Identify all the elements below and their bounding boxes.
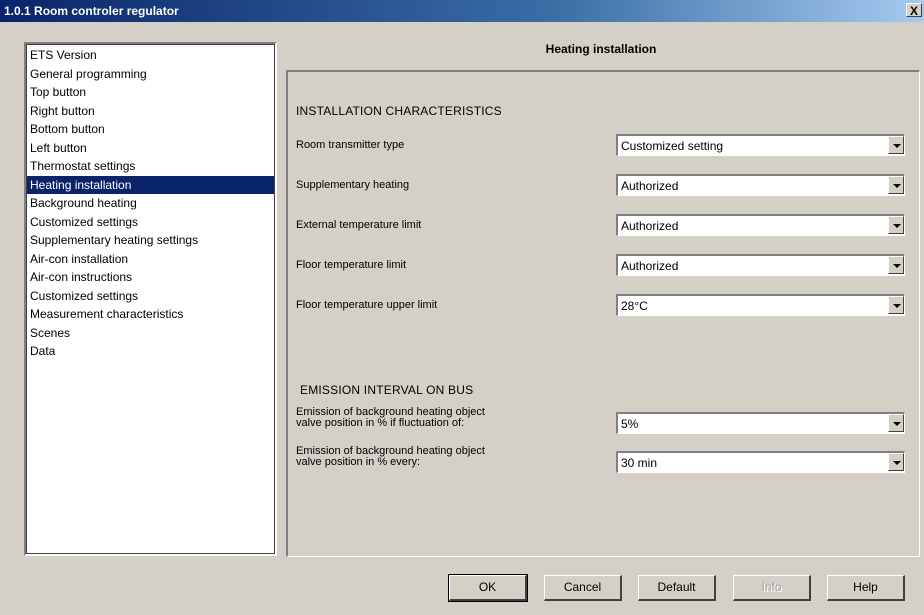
panel-title: Heating installation xyxy=(545,42,657,56)
nav-item-bottom-button[interactable]: Bottom button xyxy=(26,120,275,139)
chevron-down-icon[interactable] xyxy=(888,136,904,154)
room-transmitter-type-label: Room transmitter type xyxy=(296,139,405,151)
supplementary-heating-value: Authorized xyxy=(621,179,679,193)
floor-temperature-upper-limit-select[interactable]: 28°C xyxy=(616,294,905,316)
settings-panel: INSTALLATION CHARACTERISTICS Room transm… xyxy=(286,70,920,557)
emission-fluctuation-label-line2: valve position in % if fluctuation of: xyxy=(296,417,465,429)
nav-item-air-con-installation[interactable]: Air-con installation xyxy=(26,250,275,269)
default-button[interactable]: Default xyxy=(638,575,716,601)
window-title: 1.0.1 Room controler regulator xyxy=(4,4,179,18)
window-titlebar: 1.0.1 Room controler regulator X xyxy=(0,0,924,22)
chevron-down-icon[interactable] xyxy=(888,296,904,314)
nav-item-measurement-characteristics[interactable]: Measurement characteristics xyxy=(26,305,275,324)
room-transmitter-type-value: Customized setting xyxy=(621,139,724,153)
chevron-down-icon[interactable] xyxy=(888,414,904,432)
floor-temperature-limit-label: Floor temperature limit xyxy=(296,259,407,271)
cancel-button[interactable]: Cancel xyxy=(544,575,622,601)
emission-fluctuation-value: 5% xyxy=(621,417,639,431)
chevron-down-icon[interactable] xyxy=(888,216,904,234)
ok-button[interactable]: OK xyxy=(448,574,528,602)
external-temperature-limit-value: Authorized xyxy=(621,219,679,233)
floor-temperature-limit-value: Authorized xyxy=(621,259,679,273)
external-temperature-limit-label: External temperature limit xyxy=(296,219,422,231)
close-icon[interactable]: X xyxy=(906,3,922,18)
supplementary-heating-select[interactable]: Authorized xyxy=(616,174,905,196)
parameter-tree[interactable]: ETS Version General programming Top butt… xyxy=(24,42,277,556)
nav-item-air-con-instructions[interactable]: Air-con instructions xyxy=(26,268,275,287)
nav-item-customized-settings-2[interactable]: Customized settings xyxy=(26,287,275,306)
external-temperature-limit-select[interactable]: Authorized xyxy=(616,214,905,236)
nav-item-right-button[interactable]: Right button xyxy=(26,102,275,121)
help-button[interactable]: Help xyxy=(827,575,905,601)
nav-item-ets-version[interactable]: ETS Version xyxy=(26,46,275,65)
chevron-down-icon[interactable] xyxy=(888,256,904,274)
nav-item-data[interactable]: Data xyxy=(26,342,275,361)
emission-every-select[interactable]: 30 min xyxy=(616,451,905,473)
emission-every-label-line2: valve position in % every: xyxy=(296,456,421,468)
section-installation-characteristics: INSTALLATION CHARACTERISTICS xyxy=(296,104,502,118)
parameter-list: ETS Version General programming Top butt… xyxy=(26,44,275,361)
nav-item-scenes[interactable]: Scenes xyxy=(26,324,275,343)
nav-item-left-button[interactable]: Left button xyxy=(26,139,275,158)
floor-temperature-upper-limit-label: Floor temperature upper limit xyxy=(296,299,438,311)
chevron-down-icon[interactable] xyxy=(888,176,904,194)
nav-item-thermostat-settings[interactable]: Thermostat settings xyxy=(26,157,275,176)
chevron-down-icon[interactable] xyxy=(888,453,904,471)
info-button: Info xyxy=(733,575,811,601)
emission-fluctuation-select[interactable]: 5% xyxy=(616,412,905,434)
section-emission-interval: EMISSION INTERVAL ON BUS xyxy=(300,383,474,397)
floor-temperature-limit-select[interactable]: Authorized xyxy=(616,254,905,276)
nav-item-general-programming[interactable]: General programming xyxy=(26,65,275,84)
room-transmitter-type-select[interactable]: Customized setting xyxy=(616,134,905,156)
nav-item-supplementary-heating-settings[interactable]: Supplementary heating settings xyxy=(26,231,275,250)
nav-item-background-heating[interactable]: Background heating xyxy=(26,194,275,213)
nav-item-heating-installation[interactable]: Heating installation xyxy=(26,175,275,194)
nav-item-customized-settings[interactable]: Customized settings xyxy=(26,213,275,232)
emission-every-value: 30 min xyxy=(621,456,658,470)
floor-temperature-upper-limit-value: 28°C xyxy=(621,299,648,313)
supplementary-heating-label: Supplementary heating xyxy=(296,179,410,191)
nav-item-top-button[interactable]: Top button xyxy=(26,83,275,102)
